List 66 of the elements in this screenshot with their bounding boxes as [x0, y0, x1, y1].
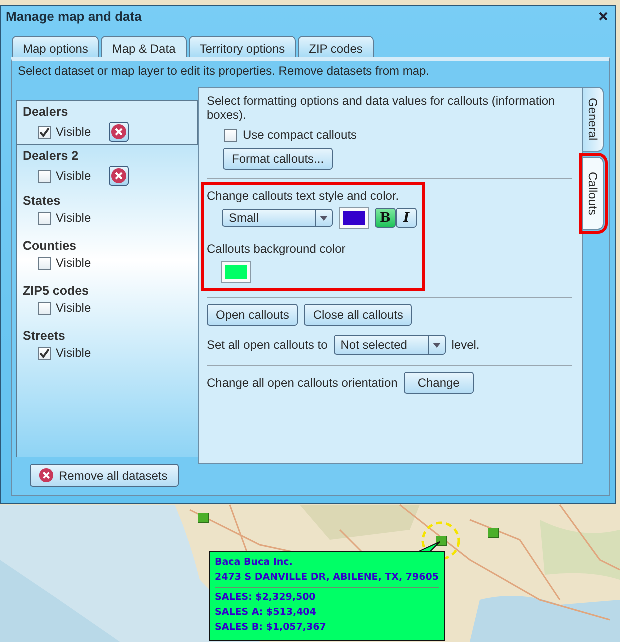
checkbox-label: Visible [56, 346, 92, 360]
side-tab[interactable]: General [583, 87, 604, 152]
level-label: level. [452, 338, 480, 352]
checkbox[interactable] [38, 346, 51, 360]
map-callout[interactable]: Baca Buca Inc. 2473 S DANVILLE DR, ABILENE, TX, 79605 SALES: $2,329,500 SALES A: $513,404 SALES B: $1,057,367 [209, 551, 445, 641]
checkbox[interactable] [38, 302, 51, 314]
dataset-name: Streets [23, 329, 66, 343]
text-color-swatch[interactable] [340, 208, 368, 228]
size-dropdown[interactable]: Small [222, 209, 333, 227]
remove-icon [111, 168, 128, 184]
dataset-item[interactable]: Dealers 2 Visible [17, 145, 198, 190]
remove-dataset-button[interactable] [109, 166, 130, 186]
tab[interactable]: Map options [12, 36, 100, 57]
checkbox-label: Visible [56, 125, 92, 139]
remove-dataset-button[interactable] [109, 122, 130, 142]
tab[interactable]: Map & Data [101, 36, 187, 57]
callout-address: 2473 S DANVILLE DR, ABILENE, TX, 79605 [215, 571, 439, 585]
dataset-name: States [23, 194, 61, 208]
dataset-item[interactable]: Dealers Visible [17, 100, 198, 145]
remove-icon [111, 124, 128, 140]
remove-all-button[interactable]: Remove all datasets [30, 464, 179, 487]
dataset-name: Counties [23, 239, 76, 253]
callout-line: SALES A: $513,404 [215, 606, 318, 620]
level-dropdown[interactable]: Not selected [334, 335, 446, 355]
marker-icon[interactable] [198, 513, 209, 523]
checkbox[interactable] [38, 170, 51, 182]
checkbox-label: Use compact callouts [243, 128, 358, 142]
window-title: Manage map and data [6, 9, 142, 24]
callout-title: Baca Buca Inc. [215, 556, 294, 570]
change-orientation-button[interactable]: Change [404, 372, 474, 394]
open-callouts-button[interactable]: Open callouts [207, 304, 298, 326]
section-label: Callouts background color [207, 242, 347, 256]
level-label: Set all open callouts to [207, 338, 328, 352]
callout-line: SALES: $2,329,500 [215, 591, 317, 605]
checkbox[interactable] [38, 126, 51, 138]
checkbox-label: Visible [56, 301, 92, 315]
checkbox[interactable] [38, 212, 51, 224]
intro-text: Select formatting options and data values for callouts (information boxes). [207, 94, 556, 122]
instructions-text: Select dataset or map layer to edit its properties. Remove datasets from map. [17, 63, 431, 78]
dataset-item[interactable]: Counties Visible [17, 235, 198, 280]
remove-icon [39, 468, 54, 483]
dataset-name: ZIP5 codes [23, 284, 89, 298]
dataset-item[interactable]: Streets Visible [17, 325, 198, 370]
tab[interactable]: ZIP codes [298, 36, 374, 57]
checkbox-label: Visible [56, 211, 92, 225]
checkbox[interactable] [224, 128, 237, 142]
section-label: Change callouts text style and color. [207, 189, 400, 203]
background-color-swatch[interactable] [222, 262, 250, 282]
close-icon[interactable] [599, 12, 608, 22]
tab[interactable]: Territory options [188, 36, 296, 57]
close-callouts-button[interactable]: Close all callouts [304, 304, 412, 326]
checkbox-label: Visible [56, 256, 92, 270]
checkbox-label: Visible [56, 169, 92, 183]
marker-icon[interactable] [488, 528, 499, 538]
dataset-item[interactable]: ZIP5 codes Visible [17, 280, 198, 325]
dataset-name: Dealers [23, 105, 68, 119]
caret-icon [320, 216, 328, 220]
callout-line: SALES B: $1,057,367 [215, 621, 328, 635]
caret-icon [432, 342, 441, 348]
dataset-item[interactable]: States Visible [17, 190, 198, 235]
bold-toggle[interactable]: B [375, 208, 396, 228]
format-callouts-button[interactable]: Format callouts... [223, 148, 334, 170]
orientation-label: Change all open callouts orientation [207, 376, 398, 390]
italic-toggle[interactable]: I [396, 208, 417, 228]
dataset-name: Dealers 2 [23, 149, 79, 163]
checkbox[interactable] [38, 256, 51, 270]
